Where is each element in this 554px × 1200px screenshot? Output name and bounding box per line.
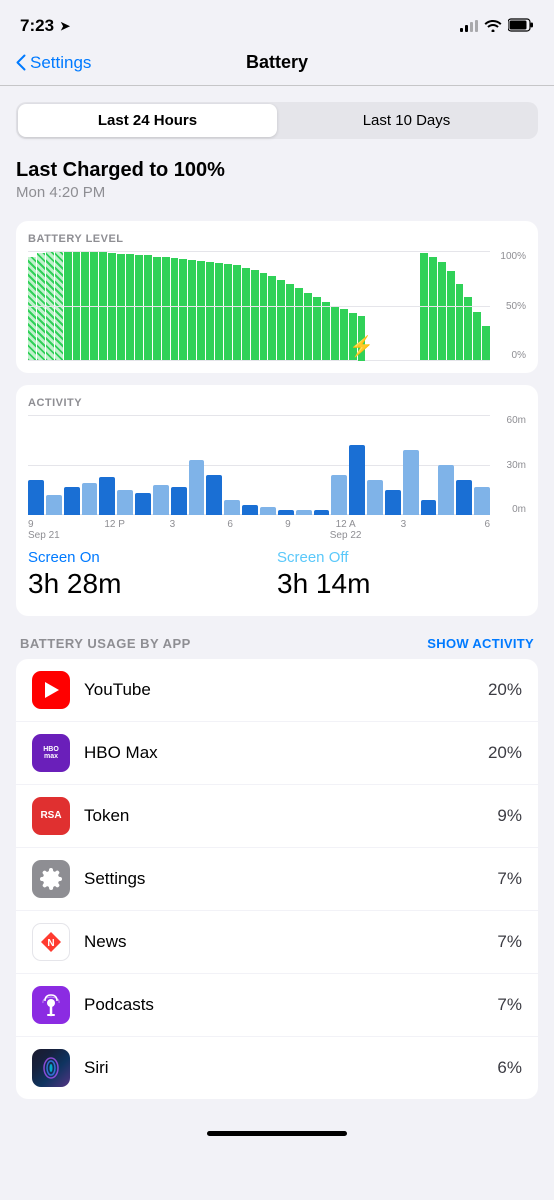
show-activity-button[interactable]: SHOW ACTIVITY bbox=[427, 636, 534, 651]
main-content: Last 24 Hours Last 10 Days Last Charged … bbox=[0, 86, 554, 1115]
app-name: Token bbox=[84, 806, 497, 826]
activity-bars-container: 60m 30m 0m bbox=[28, 415, 526, 515]
app-percent: 9% bbox=[497, 806, 522, 826]
segment-control: Last 24 Hours Last 10 Days bbox=[16, 102, 538, 139]
battery-usage-label: BATTERY USAGE BY APP bbox=[20, 636, 191, 651]
battery-icon bbox=[508, 18, 534, 35]
app-name: HBO Max bbox=[84, 743, 488, 763]
youtube-icon bbox=[32, 671, 70, 709]
app-list: YouTube 20% HBOmax HBO Max 20% RSA Token… bbox=[16, 659, 538, 1099]
battery-y-axis: 100% 50% 0% bbox=[492, 251, 526, 361]
app-name: YouTube bbox=[84, 680, 488, 700]
last-charged-subtitle: Mon 4:20 PM bbox=[16, 184, 538, 201]
battery-level-chart: BATTERY LEVEL bbox=[16, 221, 538, 373]
app-percent: 7% bbox=[497, 869, 522, 889]
token-icon: RSA bbox=[32, 797, 70, 835]
app-name: Siri bbox=[84, 1058, 497, 1078]
signal-bars-icon bbox=[460, 20, 478, 32]
activity-x-axis: 9 Sep 21 12 P 3 6 9 12 A Sep 22 bbox=[28, 519, 526, 541]
app-percent: 7% bbox=[497, 932, 522, 952]
screen-stats: Screen On 3h 28m Screen Off 3h 14m bbox=[28, 541, 526, 604]
app-name: Podcasts bbox=[84, 995, 497, 1015]
app-percent: 20% bbox=[488, 743, 522, 763]
status-icons bbox=[460, 18, 534, 35]
news-icon: N bbox=[32, 923, 70, 961]
siri-icon bbox=[32, 1049, 70, 1087]
activity-chart-area: 60m 30m 0m 9 Sep 21 12 P 3 6 bbox=[28, 415, 526, 541]
settings-icon bbox=[32, 860, 70, 898]
svg-text:N: N bbox=[47, 938, 54, 949]
list-item[interactable]: HBOmax HBO Max 20% bbox=[16, 722, 538, 785]
screen-on-stat: Screen On 3h 28m bbox=[28, 549, 277, 600]
segment-last-10d[interactable]: Last 10 Days bbox=[277, 104, 536, 137]
app-percent: 6% bbox=[497, 1058, 522, 1078]
screen-off-stat: Screen Off 3h 14m bbox=[277, 549, 526, 600]
list-item[interactable]: Siri 6% bbox=[16, 1037, 538, 1099]
list-item[interactable]: RSA Token 9% bbox=[16, 785, 538, 848]
list-item[interactable]: YouTube 20% bbox=[16, 659, 538, 722]
list-item[interactable]: Podcasts 7% bbox=[16, 974, 538, 1037]
activity-chart-label: ACTIVITY bbox=[28, 397, 526, 409]
battery-chart-area: ⚡ bbox=[28, 251, 526, 361]
list-item[interactable]: Settings 7% bbox=[16, 848, 538, 911]
battery-chart-label: BATTERY LEVEL bbox=[28, 233, 526, 245]
app-percent: 7% bbox=[497, 995, 522, 1015]
activity-bars bbox=[28, 415, 526, 515]
screen-off-label: Screen Off bbox=[277, 549, 526, 566]
screen-off-value: 3h 14m bbox=[277, 568, 526, 600]
list-item[interactable]: N News 7% bbox=[16, 911, 538, 974]
wifi-icon bbox=[484, 18, 502, 35]
activity-chart: ACTIVITY bbox=[16, 385, 538, 616]
podcasts-icon bbox=[32, 986, 70, 1024]
status-time: 7:23 ➤ bbox=[20, 16, 70, 36]
page-title: Battery bbox=[246, 52, 308, 73]
screen-on-value: 3h 28m bbox=[28, 568, 277, 600]
home-bar bbox=[207, 1131, 347, 1136]
segment-last-24h[interactable]: Last 24 Hours bbox=[18, 104, 277, 137]
last-charged-title: Last Charged to 100% bbox=[16, 159, 538, 182]
battery-bars: ⚡ bbox=[28, 251, 526, 361]
home-indicator bbox=[0, 1115, 554, 1144]
last-charged-section: Last Charged to 100% Mon 4:20 PM bbox=[16, 159, 538, 201]
app-name: Settings bbox=[84, 869, 497, 889]
nav-bar: Settings Battery bbox=[0, 44, 554, 86]
screen-on-label: Screen On bbox=[28, 549, 277, 566]
activity-y-axis: 60m 30m 0m bbox=[492, 415, 526, 515]
app-percent: 20% bbox=[488, 680, 522, 700]
back-button[interactable]: Settings bbox=[16, 53, 91, 73]
lightning-icon: ⚡ bbox=[349, 334, 374, 359]
battery-usage-header: BATTERY USAGE BY APP SHOW ACTIVITY bbox=[16, 636, 538, 651]
hbo-icon: HBOmax bbox=[32, 734, 70, 772]
app-name: News bbox=[84, 932, 497, 952]
status-bar: 7:23 ➤ bbox=[0, 0, 554, 44]
location-icon: ➤ bbox=[60, 19, 70, 33]
